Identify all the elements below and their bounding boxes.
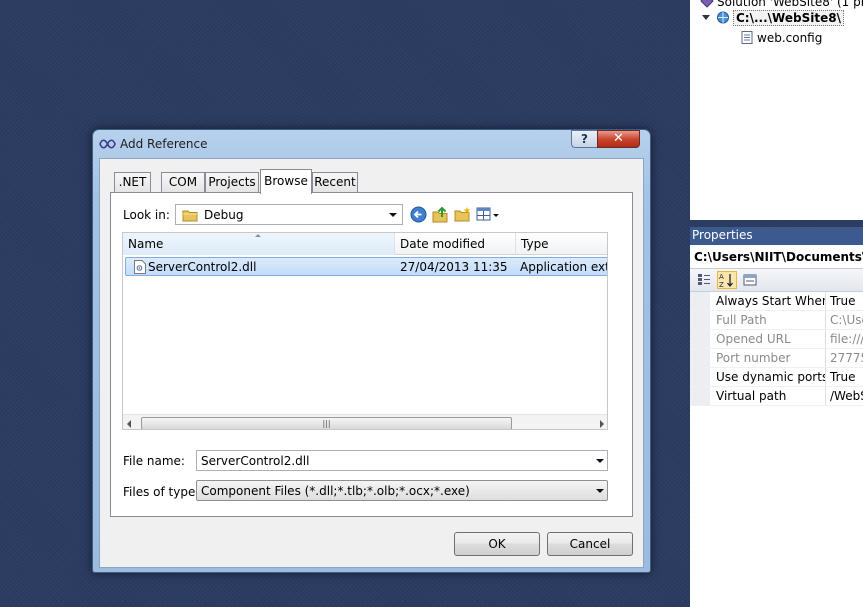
svg-text:Z: Z: [719, 281, 724, 288]
look-in-value: Debug: [204, 207, 244, 222]
back-arrow-icon[interactable]: [410, 206, 427, 223]
property-row[interactable]: Virtual path/WebSite8: [690, 387, 863, 406]
chevron-down-icon[interactable]: [389, 213, 397, 217]
file-type-label: Files of type:: [123, 485, 200, 499]
add-reference-dialog: Add Reference ? ✕ .NET COM Projects Brow…: [92, 129, 651, 573]
solution-icon: [700, 0, 714, 8]
close-button[interactable]: ✕: [597, 130, 640, 148]
properties-object-selector[interactable]: C:\Users\NIIT\Documents\Visual Studio 20…: [690, 245, 863, 269]
folder-icon: [182, 210, 198, 221]
tab-net[interactable]: .NET: [114, 172, 151, 193]
properties-title: Properties: [690, 227, 863, 245]
property-row[interactable]: Full Path C:\Users\NIIT\Documents: [690, 311, 863, 330]
column-header-date-modified[interactable]: Date modified: [395, 233, 516, 255]
solution-explorer: Solution 'WebSite8' (1 project) C:\...\W…: [690, 0, 863, 220]
horizontal-scrollbar[interactable]: |||: [123, 414, 607, 429]
up-folder-icon[interactable]: [432, 206, 449, 223]
property-name: Full Path: [710, 311, 826, 329]
solution-node[interactable]: Solution 'WebSite8' (1 project): [700, 0, 863, 9]
file-type-dropdown-icon[interactable]: [596, 489, 604, 493]
property-row[interactable]: Use dynamic ports True: [690, 368, 863, 387]
cancel-button[interactable]: Cancel: [547, 532, 633, 556]
property-name: Virtual path: [710, 387, 826, 405]
visual-studio-icon: [99, 139, 116, 149]
web-config-label: web.config: [757, 31, 823, 45]
website-globe-icon: [717, 11, 729, 24]
property-name: Always Start When Debugging: [710, 292, 826, 310]
scroll-left-arrow-icon[interactable]: [127, 420, 131, 428]
property-row[interactable]: Opened URL file:///C:/Users/NIIT: [690, 330, 863, 349]
svg-text:A: A: [719, 273, 724, 281]
file-name-label: File name:: [123, 454, 185, 468]
file-row-selected[interactable]: ServerControl2.dll 27/04/2013 11:35 ... …: [125, 257, 607, 276]
dialog-title: Add Reference: [120, 137, 208, 151]
properties-toolbar: AZ: [690, 269, 863, 292]
alphabetical-sort-icon[interactable]: AZ: [717, 271, 737, 289]
property-value: C:\Users\NIIT\Documents: [830, 313, 863, 327]
property-name: Opened URL: [710, 330, 826, 348]
property-value: 27775: [830, 351, 863, 365]
help-button[interactable]: ?: [571, 130, 597, 148]
file-list-header: Name Date modified Type: [123, 233, 607, 255]
file-name-dropdown-icon[interactable]: [596, 459, 604, 463]
property-pages-icon[interactable]: [740, 271, 760, 289]
website-node[interactable]: C:\...\WebSite8\: [702, 10, 844, 26]
look-in-label: Look in:: [123, 208, 170, 222]
tab-com[interactable]: COM: [161, 172, 205, 193]
property-value[interactable]: /WebSite8: [826, 387, 863, 405]
file-name-cell: ServerControl2.dll: [148, 260, 257, 274]
property-value[interactable]: True: [826, 292, 863, 310]
view-menu-icon[interactable]: [476, 206, 500, 223]
sort-ascending-icon: [255, 234, 261, 237]
dialog-body: .NET COM Projects Browse Recent Look in:…: [99, 158, 644, 568]
properties-panel: Properties C:\Users\NIIT\Documents\Visua…: [690, 227, 863, 607]
categorized-icon[interactable]: [694, 271, 714, 289]
column-header-type[interactable]: Type: [516, 233, 607, 255]
website-label: C:\...\WebSite8\: [733, 10, 844, 26]
property-name: Port number: [710, 349, 826, 367]
property-name: Use dynamic ports: [710, 368, 826, 386]
property-row[interactable]: Port number 27775: [690, 349, 863, 368]
tab-projects[interactable]: Projects: [205, 172, 259, 193]
property-value: file:///C:/Users/NIIT: [830, 332, 863, 346]
collapse-arrow-icon[interactable]: [702, 15, 710, 20]
solution-label: Solution 'WebSite8' (1 project): [717, 0, 863, 9]
new-folder-icon[interactable]: [454, 206, 471, 223]
tab-browse[interactable]: Browse: [260, 169, 312, 194]
file-date-cell: 27/04/2013 11:35 ...: [400, 260, 512, 274]
file-list[interactable]: Name Date modified Type ServerControl2.d…: [122, 232, 608, 430]
ok-button[interactable]: OK: [454, 532, 540, 556]
web-config-node[interactable]: web.config: [740, 31, 822, 45]
scroll-right-arrow-icon[interactable]: [600, 420, 604, 428]
property-row[interactable]: Always Start When DebuggingTrue: [690, 292, 863, 311]
file-name-input[interactable]: [196, 450, 608, 471]
look-in-combobox[interactable]: Debug: [175, 204, 403, 225]
tab-recent[interactable]: Recent: [312, 172, 358, 193]
config-file-icon: [741, 31, 753, 44]
file-type-cell: Application extension: [520, 260, 607, 274]
properties-grid: Always Start When DebuggingTrue Full Pat…: [690, 292, 863, 406]
file-type-select[interactable]: Component Files (*.dll;*.tlb;*.olb;*.ocx…: [196, 480, 608, 501]
property-value[interactable]: True: [826, 368, 863, 386]
dll-file-icon: [134, 260, 146, 274]
dialog-titlebar[interactable]: Add Reference: [99, 135, 207, 153]
scrollbar-thumb[interactable]: |||: [141, 417, 512, 429]
